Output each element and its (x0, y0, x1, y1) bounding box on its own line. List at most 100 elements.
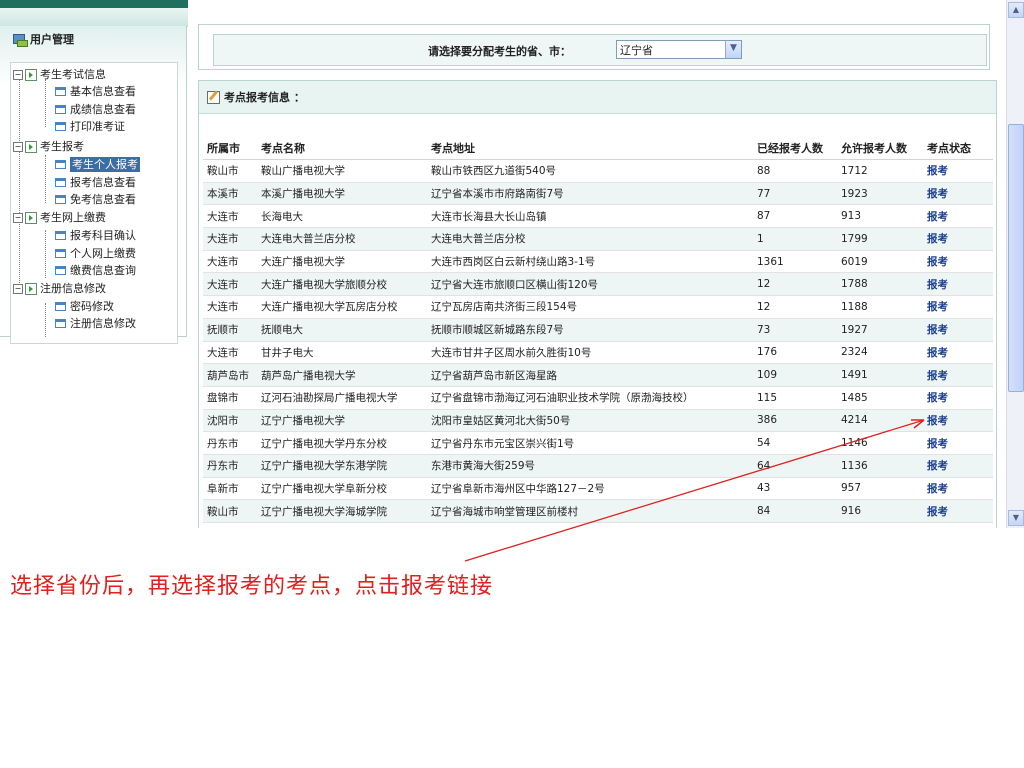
register-link[interactable]: 报考 (927, 370, 948, 382)
province-dropdown[interactable]: 辽宁省 ▼ (616, 40, 742, 59)
page-icon (55, 302, 66, 311)
collapse-icon[interactable]: − (13, 69, 23, 80)
register-link[interactable]: 报考 (927, 438, 948, 450)
cell-city: 沈阳市 (203, 409, 257, 433)
tree-item-basic-info[interactable]: 基本信息查看 (55, 84, 136, 99)
cell-status[interactable]: 报考 (923, 363, 993, 387)
register-link[interactable]: 报考 (927, 506, 948, 518)
register-link[interactable]: 报考 (927, 301, 948, 313)
user-manage-label: 用户管理 (30, 33, 74, 46)
table-row: 阜新市 辽宁广播电视大学阜新分校 辽宁省阜新市海州区中华路127－2号 43 957 报考 (203, 477, 993, 501)
tree-item-password-edit[interactable]: 密码修改 (55, 299, 114, 314)
tree-item-label: 个人网上缴费 (70, 247, 136, 260)
cell-capacity: 1923 (837, 182, 923, 206)
cell-site-name: 大连广播电视大学瓦房店分校 (257, 295, 427, 319)
register-link[interactable]: 报考 (927, 279, 948, 291)
tree-item-payment-query[interactable]: 缴费信息查询 (55, 263, 136, 278)
cell-status[interactable]: 报考 (923, 341, 993, 365)
register-link[interactable]: 报考 (927, 324, 948, 336)
page-icon (55, 266, 66, 275)
tree-item-subject-confirm[interactable]: 报考科目确认 (55, 228, 136, 243)
tree-group-account-edit[interactable]: − 注册信息修改 (13, 281, 106, 296)
tree-item-register-view[interactable]: 报考信息查看 (55, 175, 136, 190)
cell-status[interactable]: 报考 (923, 318, 993, 342)
tree-item-personal-payment[interactable]: 个人网上缴费 (55, 246, 136, 261)
cell-capacity: 6019 (837, 250, 923, 274)
cell-status[interactable]: 报考 (923, 159, 993, 183)
register-link[interactable]: 报考 (927, 415, 948, 427)
cell-site-name: 大连广播电视大学 (257, 250, 427, 274)
site-table-header: 所属市 考点名称 考点地址 已经报考人数 允许报考人数 考点状态 (203, 137, 993, 160)
site-info-header: 考点报考信息 ： (199, 81, 996, 114)
tree-item-label: 打印准考证 (70, 120, 125, 133)
tree-group-payment[interactable]: − 考生网上缴费 (13, 210, 106, 225)
tree-group-label: 考生考试信息 (40, 68, 106, 81)
cell-status[interactable]: 报考 (923, 204, 993, 229)
cell-capacity: 916 (837, 499, 923, 523)
folder-arrow-icon (25, 282, 37, 295)
tree-item-print-ticket[interactable]: 打印准考证 (55, 119, 125, 134)
tree-item-label: 密码修改 (70, 300, 114, 313)
collapse-icon[interactable]: − (13, 212, 23, 223)
cell-status[interactable]: 报考 (923, 227, 993, 251)
tree-item-exempt-view[interactable]: 免考信息查看 (55, 192, 136, 207)
nav-tree: − 考生考试信息 基本信息查看 成绩信息查看 打印准考证 − 考生报考 考生个人… (10, 62, 178, 344)
page-icon (55, 122, 66, 131)
page-icon (55, 249, 66, 258)
cell-capacity: 1799 (837, 227, 923, 251)
scrollbar-thumb[interactable] (1008, 124, 1024, 392)
cell-registered: 64 (753, 454, 837, 478)
tree-line (45, 79, 46, 127)
cell-site-name: 辽宁广播电视大学阜新分校 (257, 477, 427, 501)
scroll-up-icon[interactable]: ▲ (1008, 2, 1024, 18)
tree-group-register[interactable]: − 考生报考 (13, 139, 84, 154)
page-icon (55, 160, 66, 169)
cell-registered: 87 (753, 204, 837, 229)
cell-site-address: 大连市长海县大长山岛镇 (427, 204, 753, 229)
register-link[interactable]: 报考 (927, 233, 948, 245)
cell-city: 抚顺市 (203, 318, 257, 342)
folder-arrow-icon (25, 140, 37, 153)
register-link[interactable]: 报考 (927, 347, 948, 359)
cell-site-name: 辽河石油勘探局广播电视大学 (257, 386, 427, 410)
vertical-scrollbar[interactable]: ▲ ▼ (1006, 0, 1024, 528)
tree-item-label: 报考信息查看 (70, 176, 136, 189)
register-link[interactable]: 报考 (927, 483, 948, 495)
user-manage-icon (12, 32, 28, 47)
province-select-row: 请选择要分配考生的省、市： 辽宁省 ▼ (213, 34, 987, 66)
tree-item-register-info-edit[interactable]: 注册信息修改 (55, 316, 136, 331)
cell-status[interactable]: 报考 (923, 386, 993, 410)
cell-status[interactable]: 报考 (923, 250, 993, 274)
chevron-down-icon[interactable]: ▼ (725, 41, 741, 58)
register-link[interactable]: 报考 (927, 211, 948, 223)
register-link[interactable]: 报考 (927, 256, 948, 268)
col-city: 所属市 (203, 137, 257, 160)
col-site-address: 考点地址 (427, 137, 753, 160)
collapse-icon[interactable]: − (13, 141, 23, 152)
cell-status[interactable]: 报考 (923, 431, 993, 455)
col-status: 考点状态 (923, 137, 993, 160)
register-link[interactable]: 报考 (927, 188, 948, 200)
register-link[interactable]: 报考 (927, 392, 948, 404)
cell-status[interactable]: 报考 (923, 272, 993, 297)
cell-status[interactable]: 报考 (923, 182, 993, 206)
tree-group-exam-info[interactable]: − 考生考试信息 (13, 67, 106, 82)
table-row: 鞍山市 辽宁广播电视大学海城学院 辽宁省海城市响堂管理区前楼村 84 916 报考 (203, 499, 993, 523)
tree-item-personal-register[interactable]: 考生个人报考 (55, 157, 140, 172)
cell-status[interactable]: 报考 (923, 454, 993, 478)
cell-status[interactable]: 报考 (923, 409, 993, 433)
register-link[interactable]: 报考 (927, 460, 948, 472)
page-icon (55, 87, 66, 96)
cell-status[interactable]: 报考 (923, 499, 993, 523)
cell-site-name: 辽宁广播电视大学东港学院 (257, 454, 427, 478)
cell-status[interactable]: 报考 (923, 295, 993, 319)
tree-item-score-info[interactable]: 成绩信息查看 (55, 102, 136, 117)
collapse-icon[interactable]: − (13, 283, 23, 294)
cell-registered: 88 (753, 159, 837, 183)
cell-registered: 12 (753, 295, 837, 319)
cell-registered: 1361 (753, 250, 837, 274)
register-link[interactable]: 报考 (927, 165, 948, 177)
cell-site-name: 大连电大普兰店分校 (257, 227, 427, 251)
cell-status[interactable]: 报考 (923, 477, 993, 501)
scroll-down-icon[interactable]: ▼ (1008, 510, 1024, 526)
